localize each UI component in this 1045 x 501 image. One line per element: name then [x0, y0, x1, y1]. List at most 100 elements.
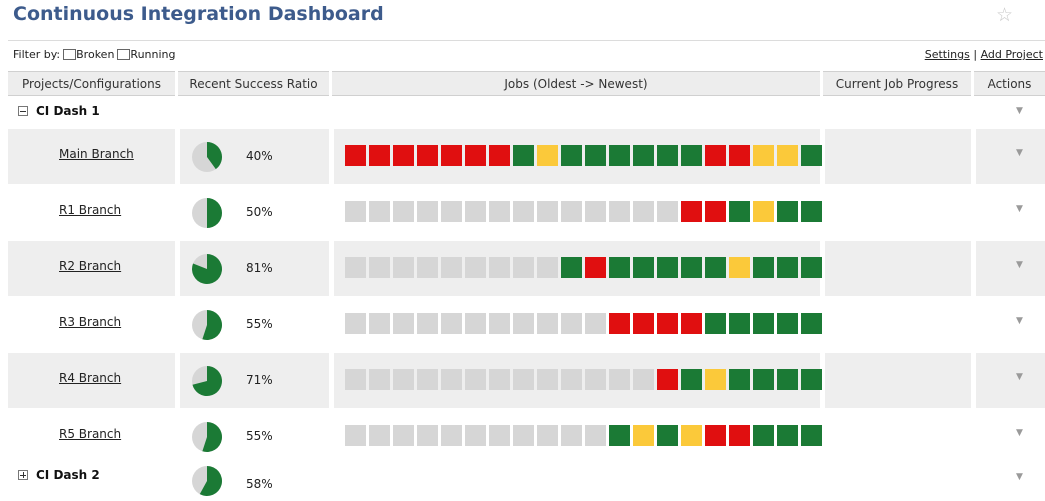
job-failed[interactable]	[729, 145, 750, 166]
job-success[interactable]	[801, 313, 822, 334]
job-success[interactable]	[561, 257, 582, 278]
pie-chart	[192, 366, 222, 396]
star-icon[interactable]: ☆	[996, 4, 1013, 26]
job-failed[interactable]	[681, 201, 702, 222]
job-empty	[369, 369, 390, 390]
job-success[interactable]	[777, 425, 798, 446]
job-empty	[345, 257, 366, 278]
branch-link[interactable]: R2 Branch	[59, 259, 121, 273]
job-success[interactable]	[801, 257, 822, 278]
column-header-projects[interactable]: Projects/Configurations	[8, 71, 175, 96]
job-failed[interactable]	[585, 257, 606, 278]
job-success[interactable]	[681, 145, 702, 166]
job-success[interactable]	[729, 313, 750, 334]
job-success[interactable]	[801, 201, 822, 222]
actions-dropdown-icon[interactable]: ▼	[1016, 428, 1023, 438]
job-failed[interactable]	[729, 425, 750, 446]
job-empty	[393, 425, 414, 446]
column-header-jobs[interactable]: Jobs (Oldest -> Newest)	[332, 71, 820, 96]
job-success[interactable]	[561, 145, 582, 166]
job-success[interactable]	[609, 145, 630, 166]
job-failed[interactable]	[489, 145, 510, 166]
actions-dropdown-icon[interactable]: ▼	[1016, 372, 1023, 382]
job-unstable[interactable]	[753, 145, 774, 166]
branch-link[interactable]: R1 Branch	[59, 203, 121, 217]
job-success[interactable]	[681, 257, 702, 278]
job-success[interactable]	[777, 201, 798, 222]
group-row-ci-dash-2[interactable]: CI Dash 2	[18, 466, 100, 484]
job-success[interactable]	[753, 369, 774, 390]
job-success[interactable]	[681, 369, 702, 390]
job-failed[interactable]	[369, 145, 390, 166]
actions-dropdown-icon[interactable]: ▼	[1016, 316, 1023, 326]
job-success[interactable]	[753, 425, 774, 446]
broken-checkbox[interactable]	[63, 49, 77, 60]
actions-dropdown-icon[interactable]: ▼	[1016, 148, 1023, 158]
actions-dropdown-icon[interactable]: ▼	[1016, 472, 1023, 482]
running-checkbox[interactable]	[117, 49, 131, 60]
expand-icon[interactable]	[18, 470, 28, 480]
job-failed[interactable]	[393, 145, 414, 166]
actions-dropdown-icon[interactable]: ▼	[1016, 260, 1023, 270]
actions-dropdown-icon[interactable]: ▼	[1016, 204, 1023, 214]
job-failed[interactable]	[465, 145, 486, 166]
job-failed[interactable]	[705, 425, 726, 446]
job-success[interactable]	[609, 257, 630, 278]
job-failed[interactable]	[441, 145, 462, 166]
job-success[interactable]	[585, 145, 606, 166]
job-success[interactable]	[729, 201, 750, 222]
group-row-ci-dash-1[interactable]: CI Dash 1	[18, 102, 100, 120]
job-unstable[interactable]	[633, 425, 654, 446]
job-unstable[interactable]	[777, 145, 798, 166]
job-unstable[interactable]	[537, 145, 558, 166]
settings-link[interactable]: Settings	[925, 48, 970, 61]
job-strip	[345, 201, 822, 222]
job-success[interactable]	[753, 313, 774, 334]
job-success[interactable]	[801, 425, 822, 446]
column-header-actions[interactable]: Actions	[974, 71, 1045, 96]
job-unstable[interactable]	[753, 201, 774, 222]
collapse-icon[interactable]	[18, 106, 28, 116]
job-failed[interactable]	[681, 313, 702, 334]
branch-link[interactable]: Main Branch	[59, 147, 134, 161]
job-failed[interactable]	[657, 313, 678, 334]
add-project-link[interactable]: Add Project	[981, 48, 1043, 61]
job-success[interactable]	[777, 257, 798, 278]
job-success[interactable]	[633, 145, 654, 166]
column-header-success-ratio[interactable]: Recent Success Ratio	[178, 71, 329, 96]
column-header-job-progress[interactable]: Current Job Progress	[823, 71, 971, 96]
job-success[interactable]	[513, 145, 534, 166]
branch-link[interactable]: R4 Branch	[59, 371, 121, 385]
job-failed[interactable]	[705, 201, 726, 222]
job-success[interactable]	[705, 257, 726, 278]
job-success[interactable]	[753, 257, 774, 278]
job-success[interactable]	[777, 369, 798, 390]
job-success[interactable]	[657, 257, 678, 278]
branch-link[interactable]: R3 Branch	[59, 315, 121, 329]
branch-link[interactable]: R5 Branch	[59, 427, 121, 441]
job-empty	[417, 313, 438, 334]
job-failed[interactable]	[657, 369, 678, 390]
job-success[interactable]	[801, 369, 822, 390]
job-failed[interactable]	[609, 313, 630, 334]
job-success[interactable]	[657, 425, 678, 446]
job-unstable[interactable]	[729, 257, 750, 278]
success-ratio-value: 55%	[246, 429, 273, 443]
job-success[interactable]	[657, 145, 678, 166]
job-success[interactable]	[729, 369, 750, 390]
actions-dropdown-icon[interactable]: ▼	[1016, 106, 1023, 116]
job-unstable[interactable]	[681, 425, 702, 446]
job-success[interactable]	[633, 257, 654, 278]
job-unstable[interactable]	[705, 369, 726, 390]
job-success[interactable]	[777, 313, 798, 334]
job-failed[interactable]	[417, 145, 438, 166]
job-empty	[537, 257, 558, 278]
job-failed[interactable]	[705, 145, 726, 166]
job-failed[interactable]	[345, 145, 366, 166]
job-success[interactable]	[609, 425, 630, 446]
job-success[interactable]	[801, 145, 822, 166]
success-ratio-value: 71%	[246, 373, 273, 387]
job-empty	[417, 369, 438, 390]
job-failed[interactable]	[633, 313, 654, 334]
job-success[interactable]	[705, 313, 726, 334]
